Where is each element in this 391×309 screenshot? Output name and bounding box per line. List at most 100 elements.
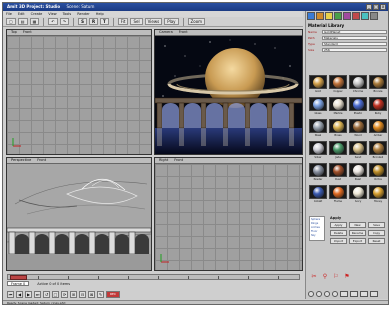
render-icon[interactable] (370, 12, 378, 20)
viewport-label[interactable]: Perspective (11, 158, 31, 163)
viewport-label[interactable]: Top (11, 30, 17, 35)
material-swatch[interactable]: Silver (309, 141, 327, 161)
list-item[interactable]: Sky (311, 234, 323, 238)
redo-icon[interactable]: ↷ (59, 18, 70, 25)
texture-icon[interactable] (316, 12, 324, 20)
material-swatch[interactable]: Sand (349, 141, 367, 161)
radio-option-icon[interactable] (316, 291, 322, 297)
material-swatch[interactable]: Rust (329, 163, 347, 183)
record-button[interactable]: REC (106, 290, 120, 298)
viewport-mode[interactable]: Front (179, 30, 188, 35)
rotate-button[interactable]: R (88, 18, 99, 25)
edit-key-icon[interactable]: ✎ (97, 290, 104, 298)
timeline-slider[interactable] (10, 275, 27, 280)
material-swatch[interactable]: Copper (329, 75, 347, 95)
material-swatch[interactable]: Amber (369, 119, 387, 139)
material-action-button[interactable]: Import (330, 238, 347, 244)
material-swatch[interactable]: Bronze (369, 75, 387, 95)
loop-icon[interactable]: ↺ (43, 290, 50, 298)
object-list[interactable]: Sphere Rings Arches Floor Sky (309, 216, 325, 241)
material-swatch[interactable]: Plastic (349, 97, 367, 117)
refresh-icon[interactable]: ⟳ (61, 290, 68, 298)
cut-icon[interactable]: ✂ (310, 273, 318, 281)
material-action-button[interactable]: Reset (368, 238, 385, 244)
go-end-icon[interactable]: ⏭ (34, 290, 41, 298)
viewport-grid[interactable] (7, 36, 151, 154)
flag-icon[interactable]: ⚐ (332, 273, 340, 281)
material-swatch[interactable]: Wood (349, 119, 367, 139)
camera-icon[interactable] (334, 12, 342, 20)
material-swatch[interactable]: Jade (329, 141, 347, 161)
material-swatch[interactable]: Marble (329, 97, 347, 117)
timeline-bar[interactable] (7, 274, 300, 280)
viewport-top-left[interactable]: Top Front (6, 29, 152, 155)
radio-option-icon[interactable] (324, 291, 330, 297)
material-action-button[interactable]: Delete (330, 230, 347, 236)
viewport-bottom-left[interactable]: Perspective Front (6, 157, 152, 271)
translate-button[interactable]: T (100, 18, 109, 25)
view-toggle-button[interactable] (360, 291, 368, 297)
viewport-label[interactable]: Camera (159, 30, 173, 35)
viewport-mode[interactable]: Front (23, 30, 32, 35)
material-swatch[interactable]: Ruby (369, 97, 387, 117)
property-value[interactable]: Standard (322, 41, 387, 46)
minimize-button[interactable]: _ (366, 4, 372, 10)
shader-icon[interactable] (352, 12, 360, 20)
material-swatch[interactable]: Ivory (349, 185, 367, 205)
render-view[interactable] (155, 36, 302, 154)
stop-icon[interactable]: □ (52, 290, 59, 298)
material-swatch[interactable]: Honey (369, 185, 387, 205)
env-icon[interactable] (361, 12, 369, 20)
viewport-mode[interactable]: Front (174, 158, 183, 163)
search-icon[interactable]: ⚲ (321, 273, 329, 281)
material-icon[interactable] (307, 12, 315, 20)
play-reverse-icon[interactable]: ◀ (16, 290, 23, 298)
flag-filled-icon[interactable]: ⚑ (343, 273, 351, 281)
key-clear-icon[interactable]: ⊠ (88, 290, 95, 298)
viewport-top-right[interactable]: Camera Front (154, 29, 303, 155)
material-swatch[interactable]: Steel (309, 119, 327, 139)
viewport-label[interactable]: Right (159, 158, 168, 163)
material-swatch[interactable]: Pearl (349, 163, 367, 183)
close-button[interactable]: x (380, 4, 386, 10)
property-value[interactable]: Materials (322, 35, 387, 40)
zoom-button[interactable]: Zoom (187, 18, 206, 25)
view-toggle-button[interactable] (350, 291, 358, 297)
radio-option-icon[interactable] (332, 291, 338, 297)
frame-field[interactable]: Frame 0 (7, 281, 30, 286)
material-swatch[interactable]: Chrome (349, 75, 367, 95)
undo-icon[interactable]: ↶ (48, 18, 58, 25)
viewport-bottom-right[interactable]: Right Front (154, 157, 303, 271)
light-icon[interactable] (325, 12, 333, 20)
material-swatch[interactable]: Cobalt (309, 185, 327, 205)
fit-button[interactable]: Fit (117, 18, 129, 25)
play-button[interactable]: Play (164, 18, 179, 25)
select-button[interactable]: Sel (130, 18, 143, 25)
viewport-grid[interactable] (155, 164, 302, 270)
maximize-button[interactable]: □ (373, 4, 379, 10)
material-action-button[interactable]: Copy (368, 230, 385, 236)
material-action-button[interactable]: Export (349, 238, 366, 244)
view-toggle-button[interactable] (370, 291, 378, 297)
play-icon[interactable]: ▶ (25, 290, 32, 298)
material-swatch[interactable]: Glass (309, 97, 327, 117)
radio-option-icon[interactable] (308, 291, 314, 297)
material-swatch[interactable]: Flame (329, 185, 347, 205)
views-button[interactable]: Views (144, 18, 163, 25)
open-file-icon[interactable]: ▤ (17, 18, 28, 25)
material-swatch[interactable]: Gold (309, 75, 327, 95)
material-action-button[interactable]: New (349, 222, 366, 228)
property-value[interactable]: GoldPlanet (322, 29, 387, 34)
material-swatch[interactable]: Brass (329, 119, 347, 139)
view-toggle-button[interactable] (340, 291, 348, 297)
save-file-icon[interactable]: ▦ (29, 18, 40, 25)
material-action-button[interactable]: Rename (349, 230, 366, 236)
new-file-icon[interactable]: ▢ (6, 18, 16, 25)
material-swatch[interactable]: Pewter (309, 163, 327, 183)
viewport-mode[interactable]: Front (37, 158, 46, 163)
object-icon[interactable] (343, 12, 351, 20)
material-action-button[interactable]: Apply (330, 222, 347, 228)
go-start-icon[interactable]: ⏮ (7, 290, 14, 298)
property-value[interactable]: 256 (322, 47, 387, 52)
scale-button[interactable]: S (78, 18, 87, 25)
